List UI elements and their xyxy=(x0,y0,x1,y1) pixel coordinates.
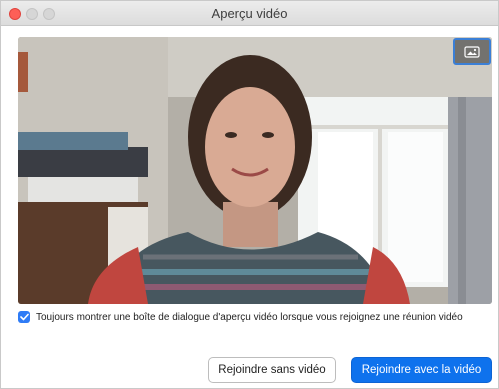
always-show-preview-checkbox[interactable] xyxy=(18,311,30,323)
checkmark-icon xyxy=(19,313,29,321)
join-without-video-button[interactable]: Rejoindre sans vidéo xyxy=(208,357,336,383)
window-title: Aperçu vidéo xyxy=(211,6,288,21)
picture-icon xyxy=(464,45,480,58)
camera-feed-image xyxy=(18,37,492,304)
video-preview-window: Aperçu vidéo Toujours montrer une boîte … xyxy=(0,0,499,389)
join-with-video-button[interactable]: Rejoindre avec la vidéo xyxy=(351,357,492,383)
always-show-preview-option[interactable]: Toujours montrer une boîte de dialogue d… xyxy=(18,310,463,324)
title-bar: Aperçu vidéo xyxy=(1,1,498,26)
video-preview xyxy=(18,37,492,304)
always-show-preview-label: Toujours montrer une boîte de dialogue d… xyxy=(36,311,463,323)
virtual-background-button[interactable] xyxy=(453,38,491,65)
